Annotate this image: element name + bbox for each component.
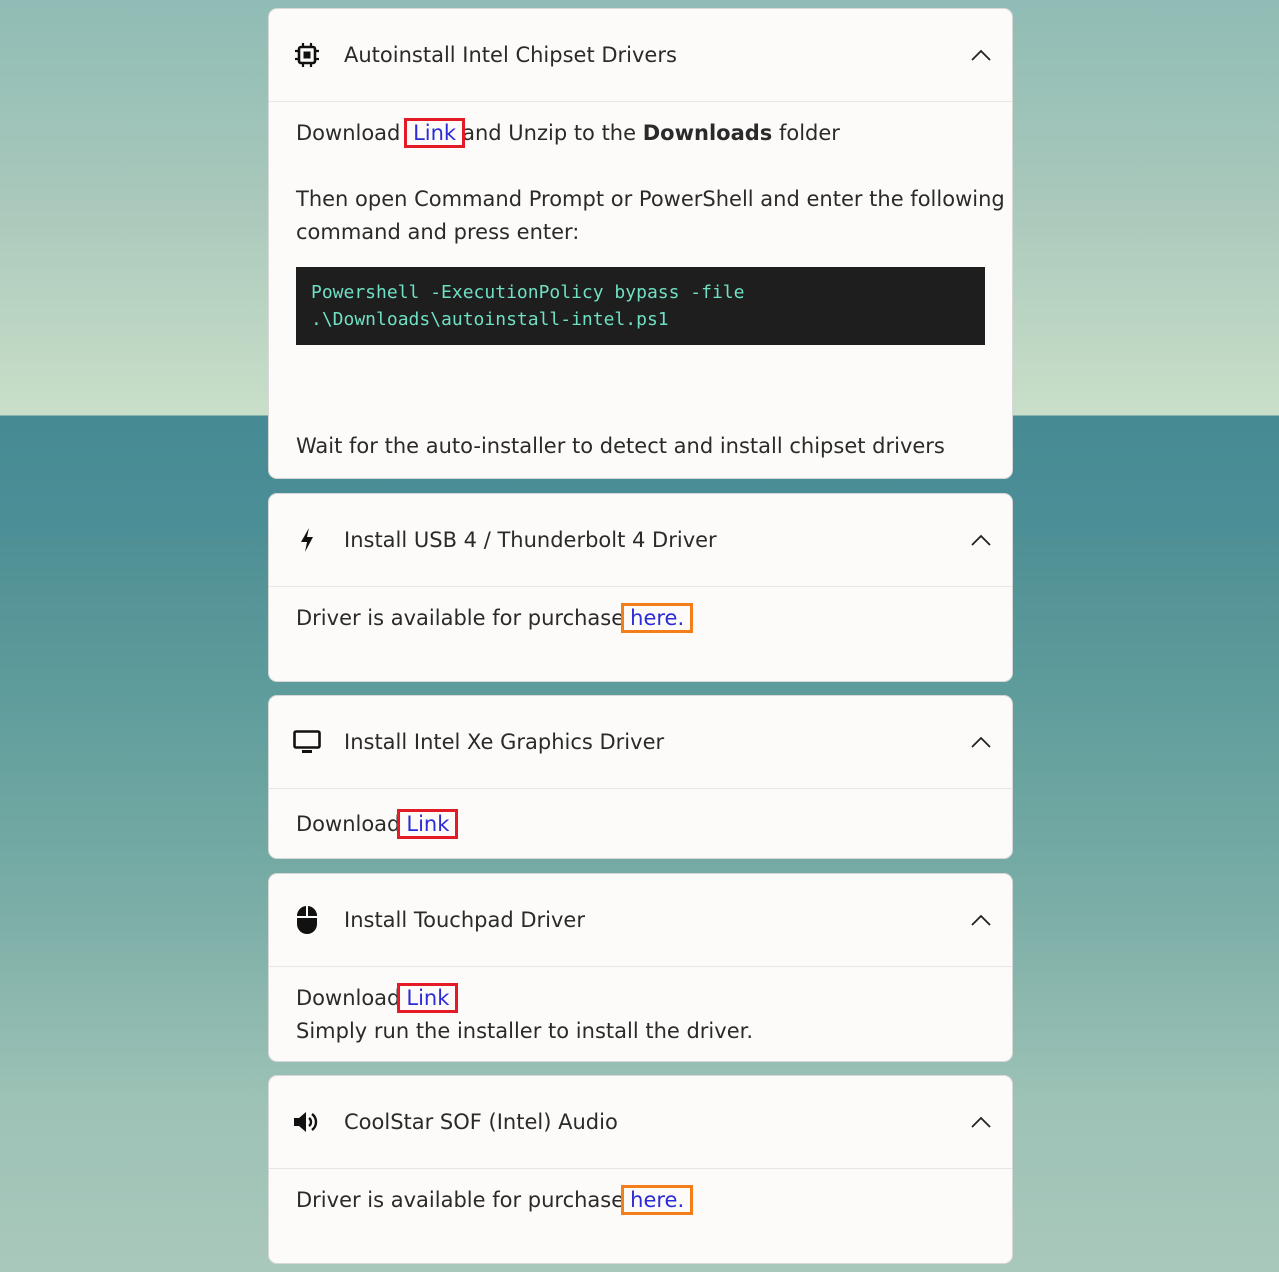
card-chipset: Autoinstall Intel Chipset Drivers Downlo… bbox=[268, 8, 1013, 479]
purchase-link[interactable]: here. bbox=[621, 1185, 694, 1215]
accordion-header-audio[interactable]: CoolStar SOF (Intel) Audio bbox=[269, 1076, 1012, 1169]
speaker-icon bbox=[293, 1108, 321, 1136]
run-installer-text: Simply run the installer to install the … bbox=[296, 1019, 753, 1043]
accordion-header-touchpad[interactable]: Install Touchpad Driver bbox=[269, 874, 1012, 967]
chevron-up-icon[interactable] bbox=[970, 44, 992, 66]
download-line: Download Link bbox=[296, 808, 985, 841]
lightning-icon bbox=[293, 526, 321, 554]
wait-text: Wait for the auto-installer to detect an… bbox=[296, 434, 945, 458]
chevron-up-icon[interactable] bbox=[970, 1111, 992, 1133]
download-link[interactable]: Link bbox=[404, 118, 466, 148]
accordion-header-thunderbolt[interactable]: Install USB 4 / Thunderbolt 4 Driver bbox=[269, 494, 1012, 587]
card-title: Autoinstall Intel Chipset Drivers bbox=[344, 43, 677, 67]
accordion-header-graphics[interactable]: Install Intel Xe Graphics Driver bbox=[269, 696, 1012, 789]
card-audio: CoolStar SOF (Intel) Audio Driver is ava… bbox=[268, 1075, 1013, 1264]
download-line: Download Link and Unzip to the Downloads … bbox=[296, 118, 840, 148]
download-line: Download Link bbox=[296, 982, 985, 1015]
instruction-text: Then open Command Prompt or PowerShell a… bbox=[296, 187, 1005, 211]
purchase-line: Driver is available for purchase here. bbox=[296, 1184, 985, 1217]
purchase-link[interactable]: here. bbox=[621, 603, 694, 633]
code-block[interactable]: Powershell -ExecutionPolicy bypass -file… bbox=[296, 267, 985, 345]
card-title: Install Touchpad Driver bbox=[344, 908, 585, 932]
chip-icon bbox=[293, 41, 321, 69]
download-link[interactable]: Link bbox=[397, 983, 459, 1013]
card-thunderbolt: Install USB 4 / Thunderbolt 4 Driver Dri… bbox=[268, 493, 1013, 682]
chevron-up-icon[interactable] bbox=[970, 529, 992, 551]
purchase-line: Driver is available for purchase here. bbox=[296, 602, 985, 635]
mouse-icon bbox=[293, 906, 321, 934]
chevron-up-icon[interactable] bbox=[970, 731, 992, 753]
accordion-header-chipset[interactable]: Autoinstall Intel Chipset Drivers bbox=[269, 9, 1012, 102]
card-graphics: Install Intel Xe Graphics Driver Downloa… bbox=[268, 695, 1013, 859]
chevron-up-icon[interactable] bbox=[970, 909, 992, 931]
card-title: Install USB 4 / Thunderbolt 4 Driver bbox=[344, 528, 717, 552]
instruction-text-2: command and press enter: bbox=[296, 220, 580, 244]
card-title: Install Intel Xe Graphics Driver bbox=[344, 730, 665, 754]
card-touchpad: Install Touchpad Driver Download Link Sim… bbox=[268, 873, 1013, 1062]
monitor-icon bbox=[293, 728, 321, 756]
card-title: CoolStar SOF (Intel) Audio bbox=[344, 1110, 618, 1134]
download-link[interactable]: Link bbox=[397, 809, 459, 839]
